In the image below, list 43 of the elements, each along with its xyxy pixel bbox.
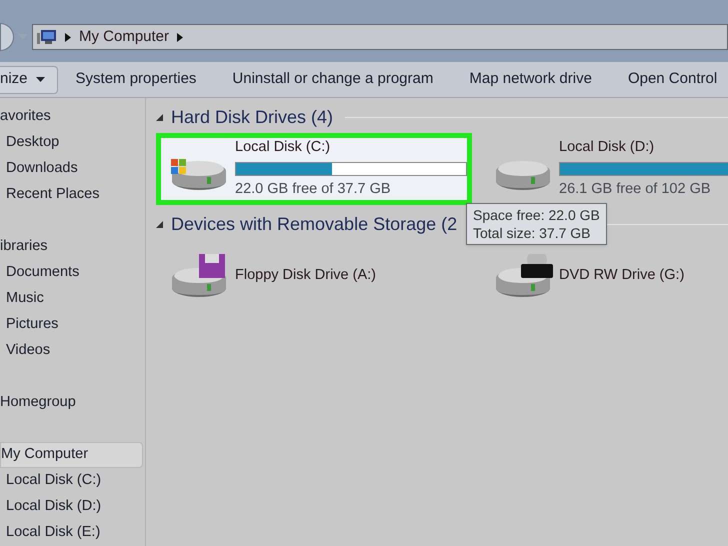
drive-name: Local Disk (D:) [559, 138, 656, 158]
organize-menu[interactable]: nize [0, 66, 58, 94]
nav-item[interactable]: Homegroup [0, 390, 145, 416]
drive-name: DVD RW Drive (G:) [559, 266, 686, 286]
computer-icon [37, 29, 57, 45]
collapse-arrow-icon[interactable] [156, 220, 163, 228]
nav-item[interactable]: ibraries [0, 234, 145, 260]
nav-item[interactable]: Recent Places [0, 182, 145, 208]
tooltip-line: Space free: 22.0 GB [473, 206, 600, 224]
caret-icon [36, 77, 45, 82]
nav-item[interactable]: Music [0, 286, 145, 312]
drive-item[interactable]: Floppy Disk Drive (A:) [156, 240, 472, 312]
nav-item[interactable]: Desktop [0, 130, 145, 156]
free-space-text: 26.1 GB free of 102 GB [559, 180, 712, 199]
breadcrumb-item[interactable]: My Computer [79, 26, 170, 48]
dvd-drive-icon [493, 254, 555, 298]
collapse-arrow-icon[interactable] [156, 114, 163, 120]
breadcrumb-arrow-icon[interactable] [177, 32, 184, 42]
group-heading[interactable]: Hard Disk Drives (4) [171, 104, 334, 130]
group-heading[interactable]: Devices with Removable Storage (2 [171, 210, 458, 238]
nav-item[interactable]: Videos [0, 338, 145, 364]
drive-name: Local Disk (C:) [235, 138, 332, 158]
breadcrumb-arrow-icon[interactable] [65, 32, 71, 42]
nav-item[interactable]: Local Disk (C:) [0, 468, 145, 494]
back-button[interactable] [0, 23, 14, 51]
address-bar[interactable]: My Computer [32, 24, 728, 50]
nav-item[interactable]: avorites [0, 104, 145, 130]
nav-item[interactable]: My Computer [0, 442, 143, 468]
nav-item[interactable]: Local Disk (E:) [0, 520, 145, 546]
drive-name: Floppy Disk Drive (A:) [235, 266, 377, 286]
toolbar-button[interactable]: Map network drive [469, 68, 592, 91]
nav-item[interactable]: Downloads [0, 156, 145, 182]
tooltip-line: Total size: 37.7 GB [473, 224, 592, 242]
drive-item[interactable]: DVD RW Drive (G:) [480, 240, 728, 312]
drive-item[interactable]: Local Disk (C:) 22.0 GB free of 37.7 GB [156, 133, 472, 205]
toolbar-button[interactable]: System properties [76, 68, 196, 91]
toolbar-button[interactable]: Open Control [628, 68, 718, 91]
nav-item[interactable]: Local Disk (D:) [0, 494, 145, 520]
nav-item[interactable]: Pictures [0, 312, 145, 338]
free-space-text: 22.0 GB free of 37.7 GB [235, 180, 392, 199]
nav-item[interactable]: Documents [0, 260, 145, 286]
drive-item[interactable]: Local Disk (D:) 26.1 GB free of 102 GB [480, 133, 728, 205]
toolbar-button[interactable]: Uninstall or change a program [232, 68, 434, 91]
